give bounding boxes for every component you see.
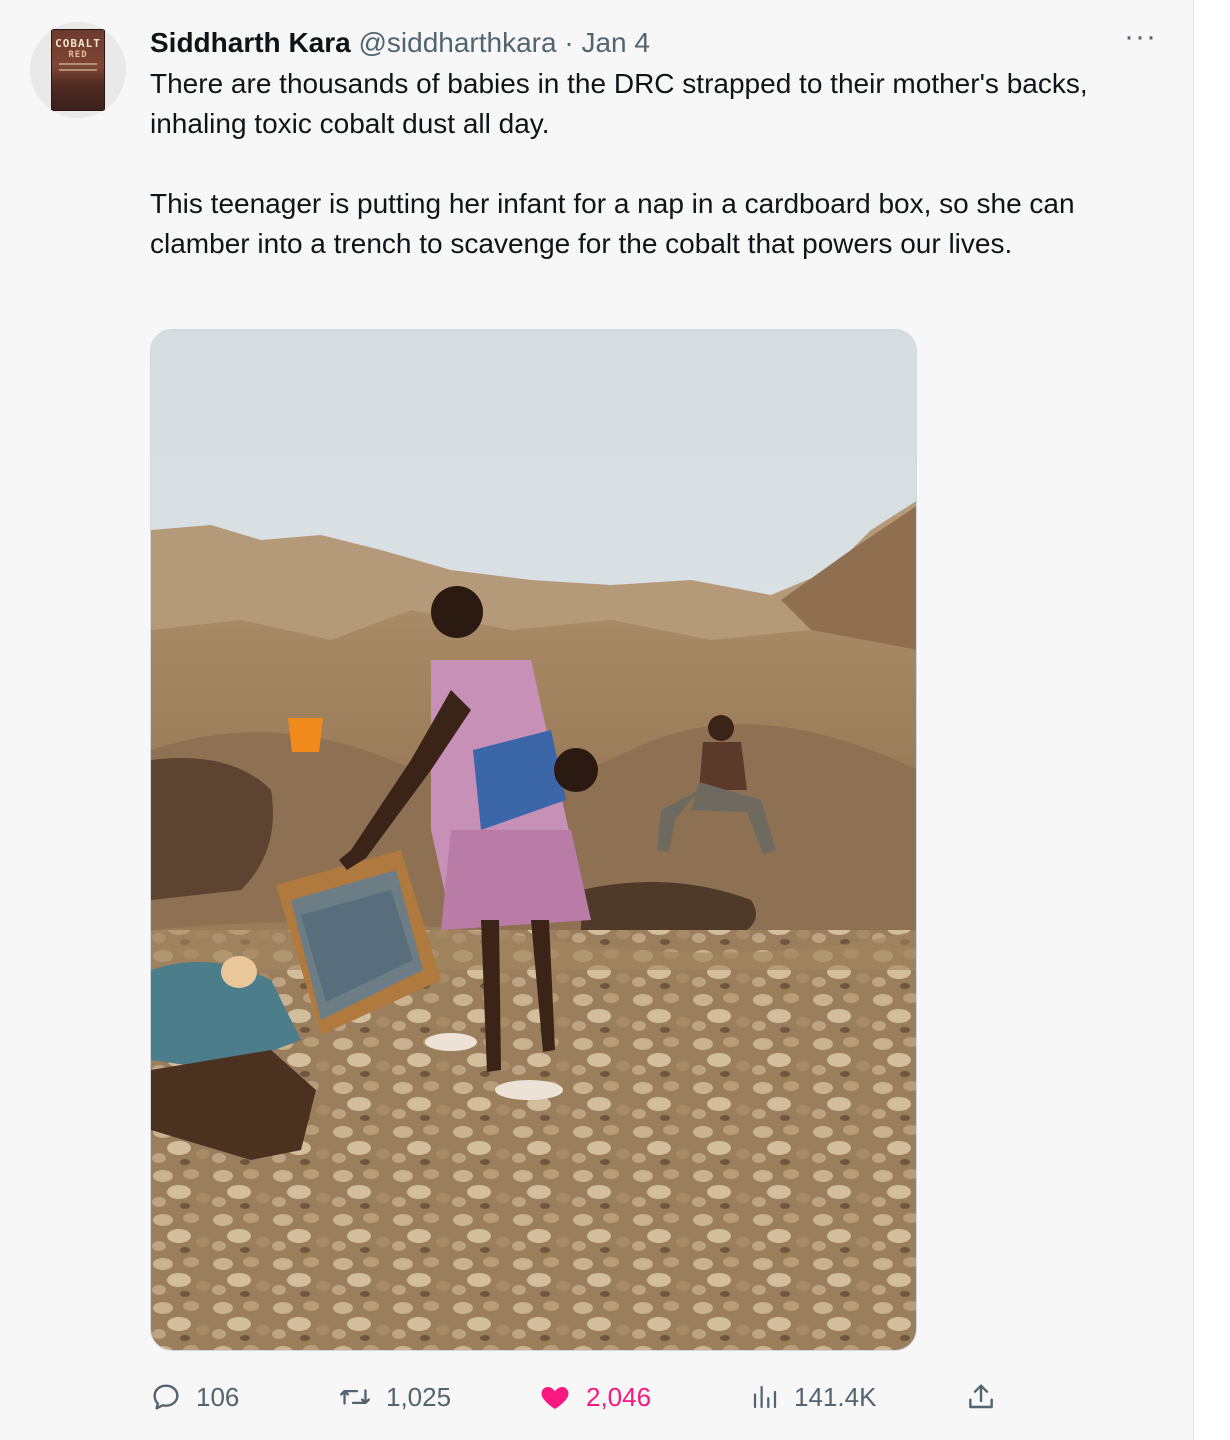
author-name[interactable]: Siddharth Kara [150,27,351,58]
views-button[interactable]: 141.4K [750,1372,876,1422]
tweet-text-paragraph: There are thousands of babies in the DRC… [150,68,1088,139]
retweet-icon [340,1389,370,1405]
share-icon [969,1384,993,1409]
tweet-text-paragraph: This teenager is putting her infant for … [150,188,1075,259]
heart-icon [541,1387,569,1409]
analytics-icon [753,1385,777,1409]
tweet-card[interactable]: COBALT RED Siddharth Kara @siddharthkara… [0,0,1194,1440]
view-count: 141.4K [794,1381,877,1412]
author-handle[interactable]: @siddharthkara [358,27,556,58]
book-title-2: RED [68,50,88,60]
more-options-icon[interactable]: ··· [1124,22,1157,52]
like-count: 2,046 [586,1381,652,1412]
share-button[interactable] [965,1372,997,1422]
meta-separator: · [556,27,582,58]
book-title-1: COBALT [55,37,101,50]
author-avatar[interactable]: COBALT RED [30,22,126,118]
tweet-text: There are thousands of babies in the DRC… [150,64,1150,264]
tweet-action-bar: 106 1,025 2,046 141.4K [150,1372,1020,1422]
reply-button[interactable]: 106 [150,1372,239,1422]
retweet-button[interactable]: 1,025 [338,1372,451,1422]
book-decoration [59,69,97,71]
like-button[interactable]: 2,046 [538,1372,651,1422]
book-cover-image: COBALT RED [51,29,105,111]
reply-count: 106 [196,1381,240,1412]
tweet-header: Siddharth Kara @siddharthkara · Jan 4 [150,26,650,60]
tweet-date[interactable]: Jan 4 [581,27,650,58]
retweet-count: 1,025 [386,1381,452,1412]
book-decoration [59,63,97,65]
tweet-photo[interactable] [150,329,917,1351]
reply-icon [153,1384,179,1410]
mining-site-photo [151,330,916,1350]
